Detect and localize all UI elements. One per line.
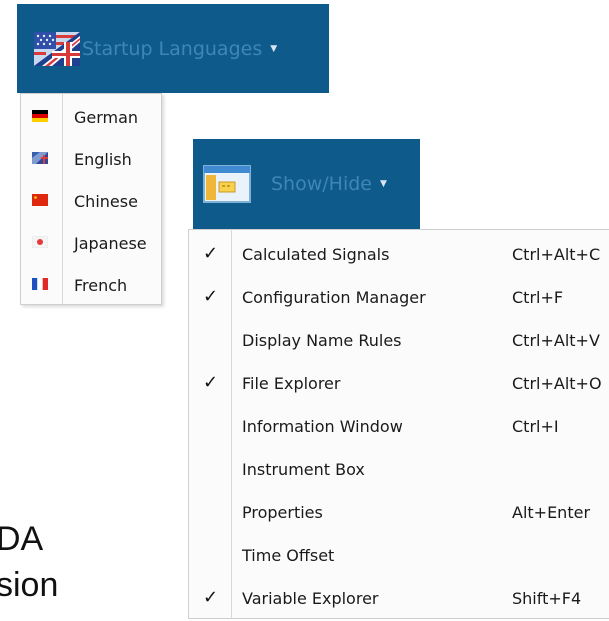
flag-us-uk-icon [34,31,80,66]
chevron-down-icon: ▼ [379,179,387,189]
chevron-down-icon: ▼ [270,43,278,54]
checkmark-icon: ✓ [203,587,219,608]
checkmark-icon: ✓ [203,243,219,264]
flag-germany-icon [32,110,48,122]
menu-item-shortcut: Ctrl+F [512,288,564,307]
menu-item-shortcut: Ctrl+I [512,417,559,436]
menu-item-configuration-manager[interactable]: ✓ Configuration Manager Ctrl+F [189,277,609,320]
menu-item-label: Properties [242,503,323,522]
menu-item-shortcut: Shift+F4 [512,589,582,608]
menu-item-shortcut: Ctrl+Alt+O [512,374,602,393]
startup-languages-label: Startup Languages [82,37,263,60]
menu-item-properties[interactable]: Properties Alt+Enter [189,492,609,535]
checkmark-icon: ✓ [203,372,219,393]
menu-item-time-offset[interactable]: Time Offset [189,535,609,578]
menu-item-shortcut: Ctrl+Alt+V [512,331,600,350]
language-item-french[interactable]: French [21,264,161,306]
menu-item-label: Instrument Box [242,460,365,479]
show-hide-label: Show/Hide [271,173,372,195]
language-item-japanese[interactable]: Japanese [21,222,161,264]
menu-item-file-explorer[interactable]: ✓ File Explorer Ctrl+Alt+O [189,363,609,406]
flag-uk-icon [32,152,48,164]
menu-item-label: Display Name Rules [242,331,402,350]
menu-item-calculated-signals[interactable]: ✓ Calculated Signals Ctrl+Alt+C [189,234,609,277]
menu-item-shortcut: Alt+Enter [512,503,591,522]
language-label: Japanese [74,233,147,253]
checkmark-icon: ✓ [203,286,219,307]
show-hide-menu: ✓ Calculated Signals Ctrl+Alt+C ✓ Config… [188,229,609,619]
background-text-line2: sion [0,566,59,604]
flag-france-icon [32,278,48,290]
menu-item-label: File Explorer [242,374,341,393]
show-hide-button[interactable]: Show/Hide ▼ [193,139,420,229]
background-text-line1: DA [0,520,44,558]
menu-item-label: Variable Explorer [242,589,379,608]
menu-item-label: Configuration Manager [242,288,426,307]
flag-china-icon [32,194,48,206]
startup-languages-button[interactable]: Startup Languages ▼ [17,4,329,93]
menu-item-display-name-rules[interactable]: Display Name Rules Ctrl+Alt+V [189,320,609,363]
menu-item-label: Time Offset [242,546,335,565]
menu-item-label: Information Window [242,417,403,436]
flag-japan-icon [32,236,48,248]
menu-item-instrument-box[interactable]: Instrument Box [189,449,609,492]
startup-languages-menu: German English Chinese Japanese French [20,93,162,305]
language-item-english[interactable]: English [21,138,161,180]
menu-item-information-window[interactable]: Information Window Ctrl+I [189,406,609,449]
menu-item-label: Calculated Signals [242,245,390,264]
language-label: Chinese [74,191,138,211]
menu-item-variable-explorer[interactable]: ✓ Variable Explorer Shift+F4 [189,578,609,621]
menu-item-shortcut: Ctrl+Alt+C [512,245,601,264]
language-label: English [74,149,132,169]
language-item-chinese[interactable]: Chinese [21,180,161,222]
language-label: German [74,107,139,127]
language-item-german[interactable]: German [21,96,161,138]
language-label: French [74,275,128,295]
window-layout-icon [203,165,251,203]
